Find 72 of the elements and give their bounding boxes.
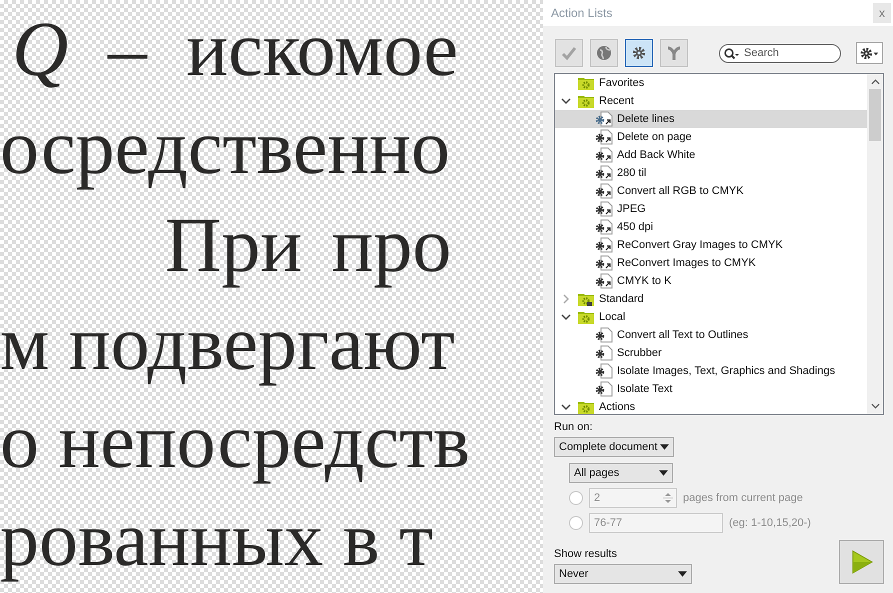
settings-menu-button[interactable] — [856, 42, 884, 64]
action-shortcut-icon — [595, 129, 613, 145]
action-icon — [595, 363, 613, 379]
approved-icon — [561, 45, 577, 61]
scroll-thumb[interactable] — [869, 89, 881, 141]
document-text-line: о непосредств — [0, 396, 470, 486]
chevron-right-icon[interactable] — [561, 294, 571, 304]
option-hint: pages from current page — [683, 492, 803, 504]
action-item[interactable]: Isolate Text — [555, 380, 867, 398]
action-item[interactable]: Convert all RGB to CMYK — [555, 182, 867, 200]
action-item[interactable]: Delete lines — [555, 110, 867, 128]
folder-item[interactable]: Recent — [555, 92, 867, 110]
document-text-line: осредственно — [0, 102, 450, 192]
action-item[interactable]: Convert all Text to Outlines — [555, 326, 867, 344]
gear-icon — [632, 46, 646, 60]
action-icon — [595, 345, 613, 361]
action-item[interactable]: 450 dpi — [555, 218, 867, 236]
scrollbar[interactable] — [867, 74, 883, 414]
caret-icon — [659, 470, 668, 476]
scroll-up-icon[interactable] — [870, 79, 880, 85]
action-shortcut-icon — [595, 147, 613, 163]
action-item[interactable]: Add Back White — [555, 146, 867, 164]
action-item[interactable]: ReConvert Gray Images to CMYK — [555, 236, 867, 254]
settings-icon — [860, 46, 880, 60]
action-shortcut-icon — [595, 201, 613, 217]
caret-icon — [678, 571, 687, 577]
action-shortcut-icon — [595, 237, 613, 253]
show-results-label: Show results — [554, 548, 618, 560]
chevron-down-icon[interactable] — [561, 402, 571, 412]
chevron-down-icon[interactable] — [561, 312, 571, 322]
run-button[interactable] — [839, 540, 884, 584]
fork-icon — [666, 45, 682, 61]
action-shortcut-icon — [595, 183, 613, 199]
action-icon — [595, 327, 613, 343]
filter-tab[interactable] — [660, 39, 688, 67]
folder-item[interactable]: Standard — [555, 290, 867, 308]
action-shortcut-icon — [595, 165, 613, 181]
action-shortcut-icon — [595, 111, 613, 127]
run-on-label: Run on: — [554, 421, 594, 433]
document-text-line: м подвергают — [0, 298, 455, 388]
option-hint: (eg: 1-10,15,20-) — [729, 517, 811, 529]
action-item[interactable]: CMYK to K — [555, 272, 867, 290]
filter-tab[interactable] — [625, 39, 653, 67]
pages-dropdown[interactable]: All pages — [569, 463, 673, 483]
folder-item[interactable]: Local — [555, 308, 867, 326]
action-shortcut-icon — [595, 255, 613, 271]
folder-item[interactable]: Actions — [555, 398, 867, 414]
close-button[interactable]: x — [873, 3, 891, 23]
document-text-line: рованных в т — [0, 494, 434, 584]
filter-tab[interactable] — [590, 39, 618, 67]
chevron-down-icon[interactable] — [561, 96, 571, 106]
action-shortcut-icon — [595, 273, 613, 289]
caret-icon — [660, 444, 669, 450]
action-item[interactable]: Isolate Images, Text, Graphics and Shadings — [555, 362, 867, 380]
action-icon — [595, 381, 613, 397]
action-item[interactable]: 280 til — [555, 164, 867, 182]
action-item[interactable]: Delete on page — [555, 128, 867, 146]
search-field[interactable]: Search — [719, 44, 841, 62]
search-icon — [724, 48, 740, 60]
action-shortcut-icon — [595, 219, 613, 235]
folder-item[interactable]: Favorites — [555, 74, 867, 92]
globe-icon — [596, 45, 612, 61]
action-item[interactable]: JPEG — [555, 200, 867, 218]
document-text-line: При про — [164, 200, 452, 290]
panel-title: Action Lists — [551, 6, 612, 20]
show-results-dropdown[interactable]: Never — [554, 564, 692, 584]
scroll-down-icon[interactable] — [870, 403, 880, 409]
action-item[interactable]: Scrubber — [555, 344, 867, 362]
scope-dropdown[interactable]: Complete document — [554, 437, 674, 457]
play-icon — [850, 550, 872, 574]
document-text-line: Q – искомое — [11, 4, 458, 94]
action-item[interactable]: ReConvert Images to CMYK — [555, 254, 867, 272]
